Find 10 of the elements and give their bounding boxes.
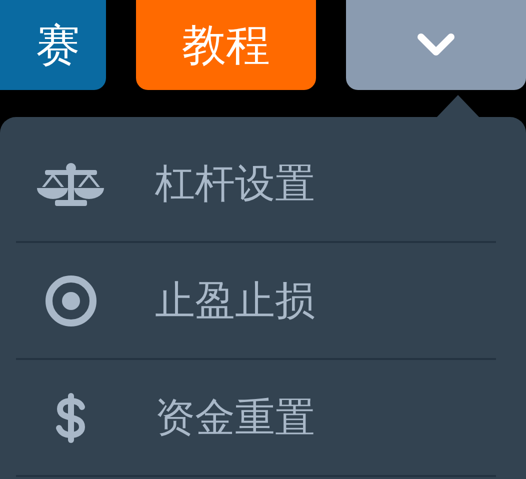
dollar-icon — [55, 392, 87, 442]
scale-icon — [37, 162, 105, 206]
tutorial-button[interactable]: 教程 — [136, 0, 316, 90]
dropdown-button[interactable] — [346, 0, 526, 90]
menu-item[interactable]: 杠杆设置 — [155, 156, 315, 211]
menu-item[interactable]: 资金重置 — [155, 390, 315, 445]
target-icon — [45, 274, 97, 326]
chevron-down-icon — [416, 32, 456, 58]
contest-button[interactable]: 赛 — [0, 0, 106, 90]
menu-item[interactable]: 止盈止损 — [155, 273, 315, 328]
